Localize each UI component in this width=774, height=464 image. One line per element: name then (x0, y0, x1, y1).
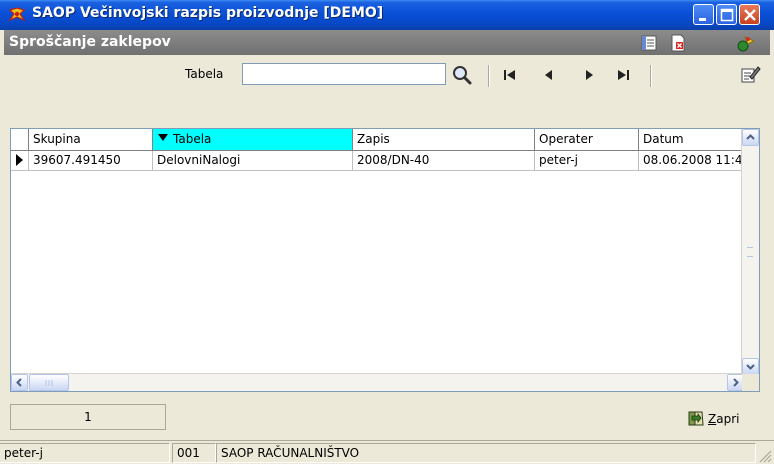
vertical-scrollbar[interactable] (741, 129, 759, 375)
toolbar: Tabela (4, 55, 770, 95)
scroll-corner (742, 374, 759, 391)
close-form-label: apri (716, 412, 740, 426)
cell-tabela[interactable]: DelovniNalogi (153, 151, 353, 171)
table-filter-label: Tabela (185, 67, 224, 81)
chevron-up-icon (746, 134, 755, 140)
table-row[interactable]: 39607.491450 DelovniNalogi 2008/DN-40 pe… (11, 151, 759, 171)
column-header-datum[interactable]: Datum (639, 129, 745, 151)
minimize-icon (699, 18, 706, 21)
maximize-button[interactable] (716, 4, 737, 25)
cell-zapis[interactable]: 2008/DN-40 (353, 151, 535, 171)
column-header-tabela[interactable]: Tabela (153, 129, 353, 151)
current-row-icon (16, 154, 23, 166)
chevron-down-icon (746, 364, 755, 370)
close-book-icon (688, 411, 704, 426)
form-title: Sproščanje zaklepov (9, 34, 171, 50)
status-code: 001 (172, 443, 216, 463)
scroll-grip (747, 247, 753, 257)
status-user: peter-j (0, 443, 170, 463)
exit-icon[interactable] (736, 33, 756, 53)
maximize-icon (720, 8, 734, 22)
locks-table[interactable]: Skupina Tabela Zapis Operater Datum 3960… (10, 128, 760, 392)
column-header-zapis[interactable]: Zapis (353, 129, 535, 151)
row-indicator-header (11, 129, 29, 151)
next-record-icon[interactable] (577, 63, 601, 87)
search-icon[interactable] (450, 63, 474, 87)
sort-descending-icon (158, 134, 168, 141)
previous-record-icon[interactable] (537, 63, 561, 87)
first-record-icon[interactable] (498, 63, 522, 87)
edit-record-icon[interactable] (738, 63, 762, 87)
toolbar-separator (488, 65, 490, 87)
layout-icon[interactable] (639, 33, 659, 53)
chevron-right-icon (733, 378, 739, 387)
cell-skupina[interactable]: 39607.491450 (29, 151, 153, 171)
table-header: Skupina Tabela Zapis Operater Datum (11, 129, 759, 151)
main-window: SAOP Večinvojski razpis proizvodnje [DEM… (0, 0, 774, 464)
scroll-up-button[interactable] (742, 129, 759, 146)
close-window-button[interactable] (739, 4, 760, 25)
minimize-button[interactable] (693, 4, 714, 25)
app-logo-icon (8, 7, 26, 22)
close-form-accelerator: Z (708, 412, 717, 426)
chevron-left-icon (16, 378, 22, 387)
column-header-label: Tabela (173, 132, 212, 146)
scroll-left-button[interactable] (11, 374, 28, 391)
last-record-icon[interactable] (611, 63, 635, 87)
horizontal-scrollbar[interactable] (11, 373, 744, 391)
scroll-down-button[interactable] (742, 358, 759, 375)
table-filter-input[interactable] (242, 63, 446, 85)
cell-datum[interactable]: 08.06.2008 11:4 (639, 151, 745, 171)
current-row-indicator (11, 151, 29, 171)
status-company: SAOP RAČUNALNIŠTVO (216, 443, 756, 463)
cell-operater[interactable]: peter-j (535, 151, 639, 171)
form-header: Sproščanje zaklepov (4, 30, 770, 55)
window-title: SAOP Večinvojski razpis proizvodnje [DEM… (32, 5, 384, 21)
column-header-operater[interactable]: Operater (535, 129, 639, 151)
delete-document-icon[interactable] (668, 33, 688, 53)
status-bar: peter-j 001 SAOP RAČUNALNIŠTVO (0, 440, 774, 464)
toolbar-separator (650, 65, 652, 87)
title-bar[interactable]: SAOP Večinvojski razpis proizvodnje [DEM… (0, 0, 774, 30)
horizontal-scroll-thumb[interactable] (29, 374, 69, 391)
column-header-skupina[interactable]: Skupina (29, 129, 153, 151)
grip-icon (45, 380, 53, 386)
close-icon (744, 9, 756, 21)
resize-grip-icon[interactable] (758, 449, 772, 463)
page-indicator: 1 (10, 404, 166, 430)
